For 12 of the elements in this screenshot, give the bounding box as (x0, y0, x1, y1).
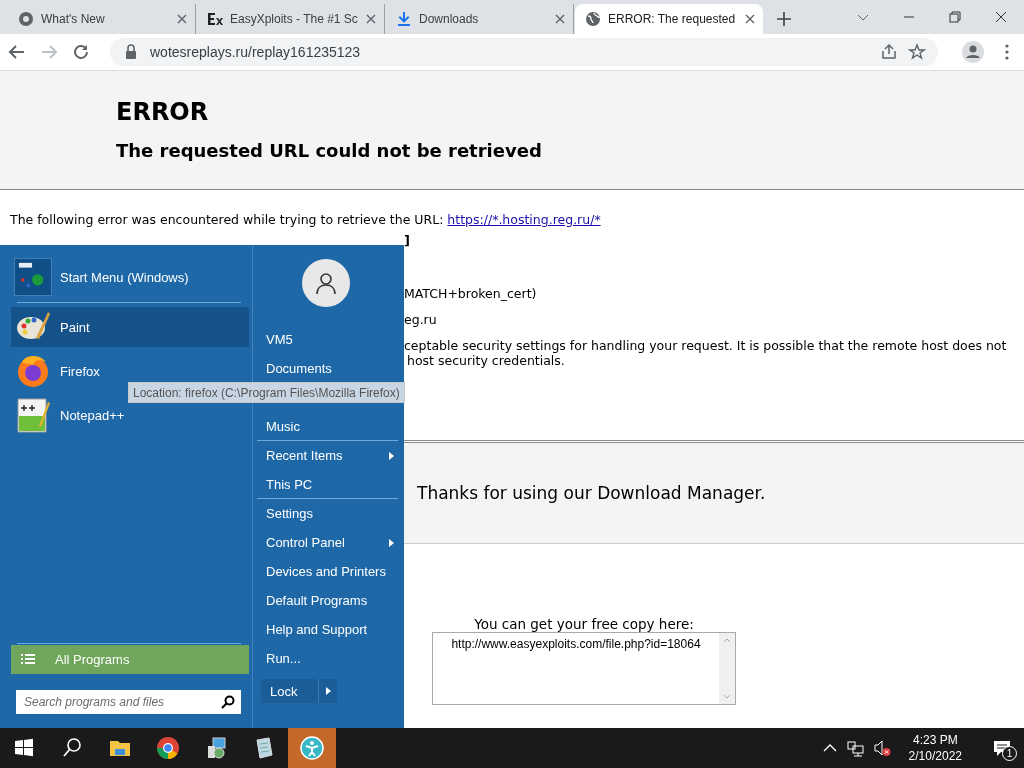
error-detail-text: ] (404, 233, 411, 248)
error-detail-text: MATCH+broken_cert) (404, 286, 538, 301)
error-detail-text: host security credentials. (406, 353, 566, 368)
thanks-text: Thanks for using our Download Manager. (417, 483, 766, 503)
error-detail-text: ceptable security settings for handling your request. It is possible that the remote host does not (404, 338, 1008, 353)
download-label: You can get your free copy here: (474, 616, 694, 632)
tooltip: Location: firefox (C:\Program Files\Mozilla Firefox) (128, 382, 405, 403)
error-subtitle: The requested URL could not be retrieved (116, 140, 543, 161)
error-title: ERROR (116, 97, 210, 126)
url-text: wotesreplays.ru/replay161235123 (150, 44, 362, 60)
error-description: The following error was encountered while trying to retrieve the URL: https://*.hosting.reg.ru/* (10, 212, 602, 227)
error-detail-text: eg.ru (404, 312, 438, 327)
